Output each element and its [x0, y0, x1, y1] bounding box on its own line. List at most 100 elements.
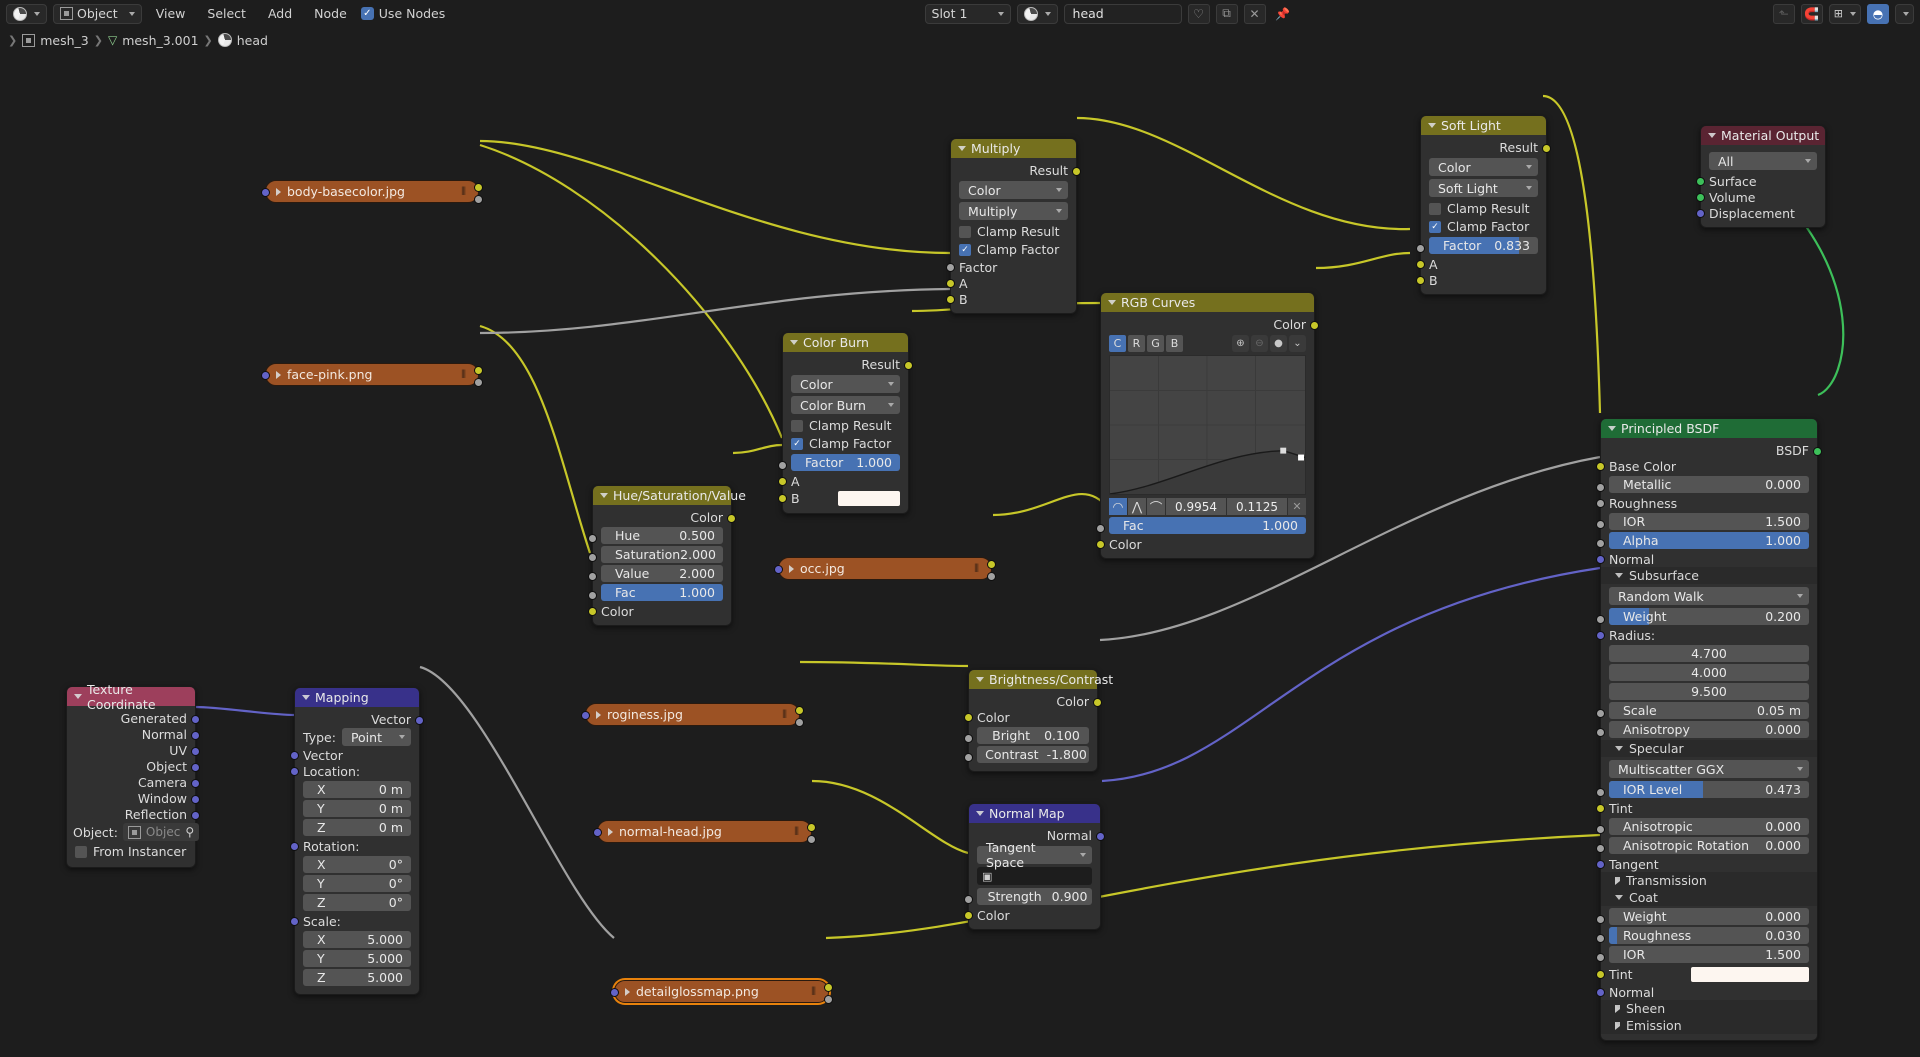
socket-base-color-in[interactable]	[1596, 462, 1605, 471]
socket-factor-in[interactable]	[778, 461, 787, 470]
color-swatch[interactable]	[838, 490, 900, 506]
socket-color-in[interactable]	[964, 911, 973, 920]
socket-coat-roughness-in[interactable]	[1596, 934, 1605, 943]
snap-magnet-icon[interactable]: 🧲	[1800, 3, 1823, 24]
collapse-triangle-icon[interactable]	[976, 811, 984, 816]
socket-anisotropic-in[interactable]	[1596, 825, 1605, 834]
panel-specular[interactable]: Specular	[1601, 740, 1817, 757]
socket-sss-weight-in[interactable]	[1596, 615, 1605, 624]
socket-vector-in[interactable]	[774, 565, 783, 574]
expand-triangle-icon[interactable]	[276, 187, 281, 196]
socket-color-out[interactable]	[824, 983, 833, 992]
blend-mode-dropdown[interactable]: Multiply	[959, 202, 1068, 220]
socket-vector-out[interactable]	[415, 716, 424, 725]
socket-factor-in[interactable]	[946, 263, 955, 272]
socket-location-in[interactable]	[290, 767, 299, 776]
ior-level-slider[interactable]: IOR Level 0.473	[1609, 781, 1809, 798]
collapse-triangle-icon[interactable]	[958, 146, 966, 151]
fac-slider[interactable]: Fac 1.000	[1109, 517, 1306, 534]
proportional-edit-icon[interactable]: ◓	[1867, 3, 1889, 24]
location-y-field[interactable]: Y 0 m	[303, 800, 411, 817]
blend-mode-dropdown[interactable]: Color Burn	[791, 396, 900, 414]
collapse-triangle-icon[interactable]	[1108, 300, 1116, 305]
strength-slider[interactable]: Strength 0.900	[977, 888, 1092, 905]
socket-a-in[interactable]	[946, 279, 955, 288]
location-x-field[interactable]: X 0 m	[303, 781, 411, 798]
node-material-output[interactable]: Material Output All Surface Volume Displ…	[1696, 125, 1826, 228]
socket-color-out[interactable]	[474, 183, 483, 192]
node-header[interactable]: Hue/Saturation/Value	[593, 486, 746, 505]
socket-factor-in[interactable]	[1416, 244, 1425, 253]
collapse-triangle-icon[interactable]	[74, 694, 82, 699]
socket-scale-in[interactable]	[290, 917, 299, 926]
panel-subsurface[interactable]: Subsurface	[1601, 567, 1817, 584]
zoom-in-icon[interactable]: ⊕	[1232, 335, 1249, 352]
target-dropdown[interactable]: All	[1709, 152, 1817, 170]
unlink-material-button[interactable]: ✕	[1243, 3, 1266, 24]
menu-select[interactable]: Select	[199, 0, 254, 27]
socket-normal-out[interactable]	[1096, 832, 1105, 841]
collapse-triangle-icon[interactable]	[1428, 123, 1436, 128]
clamp-factor-toggle[interactable]: ✓ Clamp Factor	[783, 435, 908, 452]
socket-color-out[interactable]	[474, 366, 483, 375]
socket-sss-anisotropy-in[interactable]	[1596, 728, 1605, 737]
socket-ior-in[interactable]	[1596, 520, 1605, 529]
socket-reflection-out[interactable]	[191, 811, 200, 820]
material-slot-selector[interactable]: Slot 1	[924, 3, 1011, 24]
from-instancer-toggle[interactable]: From Instancer	[67, 843, 195, 860]
socket-camera-out[interactable]	[191, 779, 200, 788]
socket-coat-ior-in[interactable]	[1596, 953, 1605, 962]
node-header[interactable]: Normal Map	[969, 804, 1100, 823]
socket-color-in[interactable]	[1096, 540, 1105, 549]
curve-point-x[interactable]: 0.9954	[1166, 498, 1226, 515]
resize-grip-icon[interactable]: ⦀	[974, 562, 979, 576]
bright-slider[interactable]: Bright 0.100	[977, 727, 1089, 744]
clamp-factor-toggle[interactable]: ✓ Clamp Factor	[951, 241, 1076, 258]
handle-auto-clamped-icon[interactable]: ⌒	[1147, 498, 1165, 515]
resize-grip-icon[interactable]: ⦀	[461, 185, 466, 199]
use-nodes-toggle[interactable]: ✓ Use Nodes	[360, 6, 445, 21]
node-image-texture-normal-head[interactable]: normal-head.jpg ⦀	[593, 820, 816, 844]
node-header[interactable]: Mapping	[295, 688, 419, 707]
pin-icon[interactable]: 📌	[1272, 4, 1294, 24]
metallic-slider[interactable]: Metallic 0.000	[1609, 476, 1809, 493]
socket-rotation-in[interactable]	[290, 842, 299, 851]
zoom-out-icon[interactable]: ⊖	[1251, 335, 1268, 352]
material-browse-button[interactable]	[1016, 3, 1058, 24]
clamp-factor-toggle[interactable]: ✓ Clamp Factor	[1421, 218, 1546, 235]
snap-node-icon[interactable]: ⬑	[1772, 3, 1795, 24]
socket-result-out[interactable]	[904, 361, 913, 370]
socket-color-out[interactable]	[1310, 321, 1319, 330]
fac-slider[interactable]: Fac 1.000	[601, 584, 723, 601]
sss-anisotropy-slider[interactable]: Anisotropy 0.000	[1609, 721, 1809, 738]
socket-saturation-in[interactable]	[588, 553, 597, 562]
rotation-z-field[interactable]: Z 0°	[303, 894, 411, 911]
collapse-triangle-icon[interactable]	[1608, 426, 1616, 431]
socket-normal-out[interactable]	[191, 731, 200, 740]
socket-alpha-in[interactable]	[1596, 539, 1605, 548]
collapse-triangle-icon[interactable]	[302, 695, 310, 700]
contrast-slider[interactable]: Contrast -1.800	[977, 746, 1089, 763]
socket-generated-out[interactable]	[191, 715, 200, 724]
snap-target-selector[interactable]: ⊞	[1828, 3, 1861, 24]
socket-vector-in[interactable]	[581, 711, 590, 720]
socket-vector-in[interactable]	[290, 751, 299, 760]
object-field[interactable]: Objec ⚲	[122, 823, 200, 841]
data-type-dropdown[interactable]: Color	[791, 375, 900, 393]
curve-tab-g[interactable]: G	[1147, 335, 1164, 352]
curve-tab-r[interactable]: R	[1128, 335, 1145, 352]
menu-node[interactable]: Node	[306, 0, 355, 27]
rotation-x-field[interactable]: X 0°	[303, 856, 411, 873]
node-mix-soft-light[interactable]: Soft Light Result Color Soft Light Clamp…	[1416, 115, 1551, 295]
shader-type-selector[interactable]: Object	[53, 3, 142, 24]
node-header[interactable]: Color Burn	[783, 333, 908, 352]
socket-alpha-out[interactable]	[987, 572, 996, 581]
node-image-texture-detailglossmap[interactable]: detailglossmap.png ⦀	[610, 980, 833, 1004]
curve-tab-c[interactable]: C	[1109, 335, 1126, 352]
curve-graph[interactable]	[1109, 355, 1306, 495]
clamp-result-toggle[interactable]: Clamp Result	[951, 223, 1076, 240]
socket-anisotropic-rotation-in[interactable]	[1596, 844, 1605, 853]
socket-color-out[interactable]	[987, 560, 996, 569]
socket-displacement-in[interactable]	[1696, 209, 1705, 218]
collapse-triangle-icon[interactable]	[976, 677, 984, 682]
